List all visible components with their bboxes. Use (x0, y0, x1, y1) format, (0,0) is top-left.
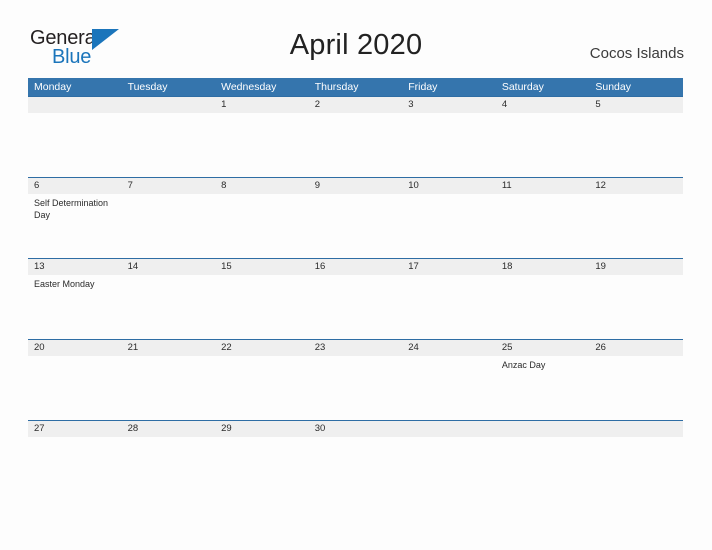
day-event (122, 356, 216, 420)
day-event (309, 275, 403, 339)
day-event (589, 113, 683, 177)
week-event-band: Self Determination Day (28, 194, 683, 258)
day-number[interactable]: 15 (215, 259, 309, 275)
day-number[interactable] (28, 97, 122, 113)
day-event (402, 194, 496, 258)
weekday-header-thursday: Thursday (314, 81, 359, 93)
day-number[interactable]: 11 (496, 178, 590, 194)
day-number[interactable]: 25 (496, 340, 590, 356)
day-event (496, 113, 590, 177)
week-event-band (28, 437, 683, 438)
calendar-week-row: 27 28 29 30 (28, 420, 683, 438)
day-event: Easter Monday (34, 279, 95, 289)
day-number[interactable]: 29 (215, 421, 309, 437)
day-number[interactable]: 28 (122, 421, 216, 437)
weekday-header-friday: Friday (408, 81, 438, 93)
day-number[interactable]: 17 (402, 259, 496, 275)
day-event (496, 275, 590, 339)
day-event (215, 356, 309, 420)
day-event (402, 437, 496, 440)
day-number[interactable]: 18 (496, 259, 590, 275)
week-date-band: 20 21 22 23 24 25 26 (28, 339, 683, 356)
week-event-band: Anzac Day (28, 356, 683, 420)
day-event (122, 275, 216, 339)
day-number[interactable]: 12 (589, 178, 683, 194)
day-number[interactable]: 1 (215, 97, 309, 113)
day-event (28, 437, 122, 440)
day-event (589, 437, 683, 440)
week-event-band: Easter Monday (28, 275, 683, 339)
day-number[interactable]: 4 (496, 97, 590, 113)
week-event-band (28, 113, 683, 177)
day-number[interactable]: 7 (122, 178, 216, 194)
calendar-week-row: 20 21 22 23 24 25 26 Anzac Day (28, 339, 683, 420)
day-number[interactable]: 8 (215, 178, 309, 194)
weekday-header-sunday: Sunday (595, 81, 631, 93)
page-header: General Blue April 2020 Cocos Islands (0, 0, 712, 78)
day-number[interactable]: 30 (309, 421, 403, 437)
day-number[interactable]: 27 (28, 421, 122, 437)
region-label: Cocos Islands (589, 45, 684, 62)
day-event (215, 275, 309, 339)
day-event (122, 194, 216, 258)
weekday-header-saturday: Saturday (501, 81, 544, 93)
day-number[interactable] (402, 421, 496, 437)
day-event (309, 437, 403, 440)
day-event (309, 113, 403, 177)
day-number[interactable]: 21 (122, 340, 216, 356)
day-number[interactable]: 22 (215, 340, 309, 356)
day-event (309, 194, 403, 258)
weekday-header-wednesday: Wednesday (221, 81, 277, 93)
day-event: Self Determination Day (34, 198, 109, 220)
day-event (402, 275, 496, 339)
day-event (496, 194, 590, 258)
day-number[interactable]: 26 (589, 340, 683, 356)
day-event (309, 356, 403, 420)
day-event (215, 437, 309, 440)
day-number[interactable]: 2 (309, 97, 403, 113)
day-number[interactable]: 3 (402, 97, 496, 113)
day-number[interactable]: 16 (309, 259, 403, 275)
day-event (402, 113, 496, 177)
day-number[interactable]: 14 (122, 259, 216, 275)
day-event: Anzac Day (501, 360, 546, 370)
day-event (496, 437, 590, 440)
day-number[interactable]: 5 (589, 97, 683, 113)
calendar-grid: Monday Tuesday Wednesday Thursday Friday… (28, 78, 683, 438)
day-event (122, 437, 216, 440)
day-number[interactable]: 23 (309, 340, 403, 356)
day-event (28, 356, 122, 420)
day-number[interactable]: 13 (28, 259, 122, 275)
day-number[interactable] (589, 421, 683, 437)
day-event (589, 356, 683, 420)
day-event (215, 113, 309, 177)
day-event (402, 356, 496, 420)
day-number[interactable]: 24 (402, 340, 496, 356)
calendar-week-row: 1 2 3 4 5 (28, 96, 683, 177)
week-date-band: 13 14 15 16 17 18 19 (28, 258, 683, 275)
day-number[interactable]: 20 (28, 340, 122, 356)
calendar-week-row: 13 14 15 16 17 18 19 Easter Monday (28, 258, 683, 339)
day-event (589, 275, 683, 339)
weekday-header-monday: Monday (34, 81, 72, 93)
calendar-week-row: 6 7 8 9 10 11 12 Self Determination Day (28, 177, 683, 258)
day-number[interactable]: 6 (28, 178, 122, 194)
day-event (122, 113, 216, 177)
day-number[interactable] (496, 421, 590, 437)
weekday-header-row: Monday Tuesday Wednesday Thursday Friday… (28, 78, 683, 96)
day-event (589, 194, 683, 258)
day-number[interactable]: 10 (402, 178, 496, 194)
week-date-band: 1 2 3 4 5 (28, 96, 683, 113)
weekday-header-tuesday: Tuesday (127, 81, 168, 93)
week-date-band: 27 28 29 30 (28, 420, 683, 437)
day-number[interactable] (122, 97, 216, 113)
day-event (215, 194, 309, 258)
day-event (28, 113, 122, 177)
week-date-band: 6 7 8 9 10 11 12 (28, 177, 683, 194)
day-number[interactable]: 9 (309, 178, 403, 194)
day-number[interactable]: 19 (589, 259, 683, 275)
